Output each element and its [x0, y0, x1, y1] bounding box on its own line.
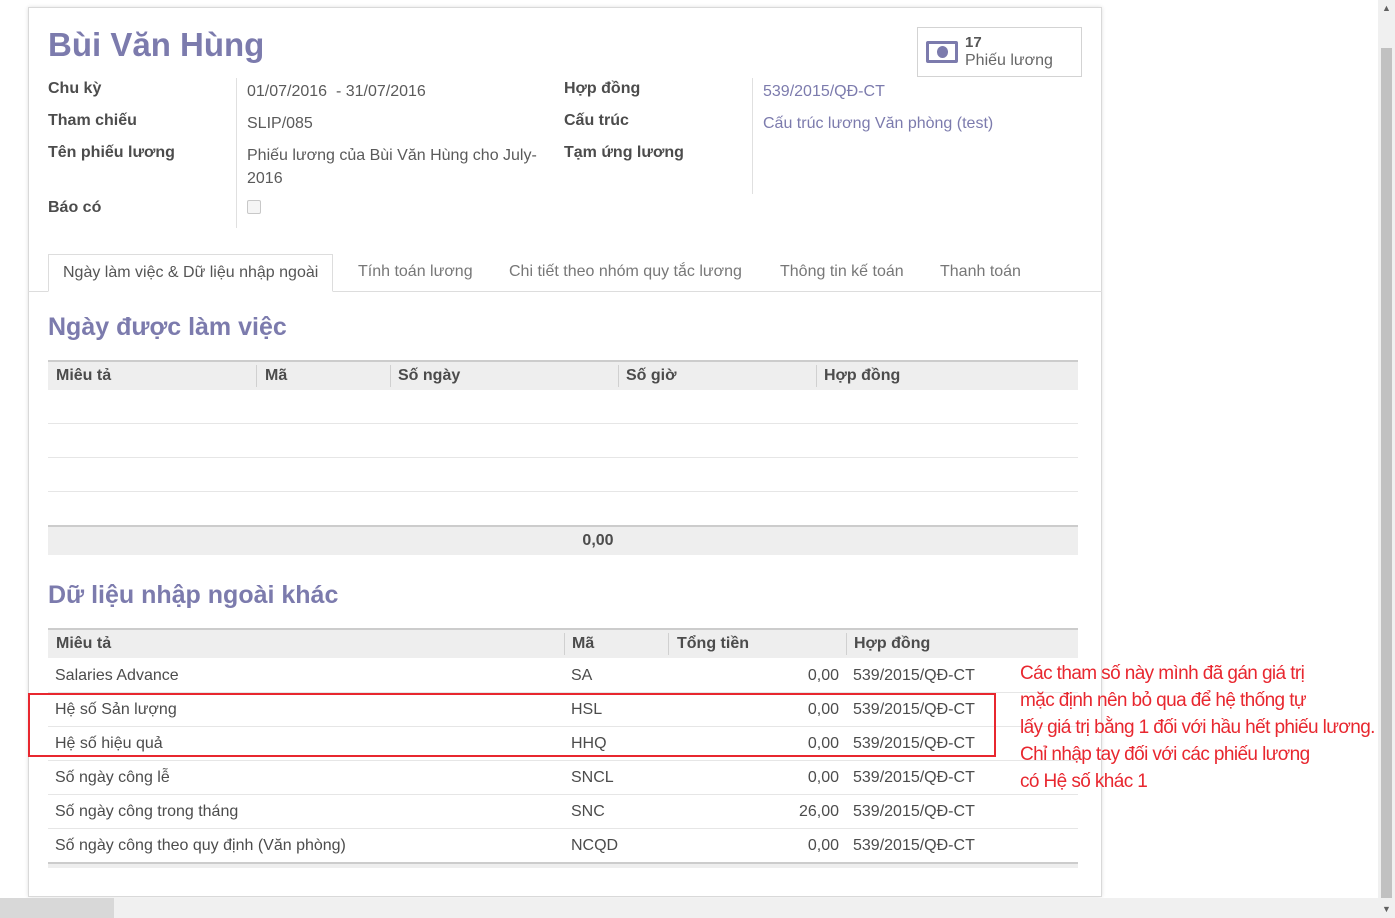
structure-label: Cấu trúc — [564, 112, 629, 129]
input-description: Số ngày công trong tháng — [55, 803, 239, 820]
worked-days-total: 0,00 — [582, 532, 614, 549]
horizontal-scrollbar-thumb[interactable] — [0, 898, 114, 918]
payslip-count-label: Phiếu lương — [965, 52, 1053, 69]
horizontal-scrollbar-track[interactable] — [114, 898, 1378, 918]
inputs-title: Dữ liệu nhập ngoài khác — [48, 581, 339, 609]
input-description: Số ngày công lễ — [55, 769, 170, 786]
table-row — [48, 458, 1078, 492]
payslip-name-value[interactable]: Phiếu lương của Bùi Văn Hùng cho July-20… — [247, 144, 547, 190]
worked-days-title: Ngày được làm việc — [48, 313, 287, 341]
payslip-count: 17 — [965, 34, 982, 51]
left-field-separator — [236, 78, 237, 228]
col-contract[interactable]: Hợp đồng — [816, 362, 900, 390]
col-contract[interactable]: Hợp đồng — [846, 630, 930, 658]
scrollbar-thumb[interactable] — [1381, 48, 1392, 898]
input-contract: 539/2015/QĐ-CT — [853, 803, 975, 820]
tab-accounting-info[interactable]: Thông tin kế toán — [780, 254, 904, 292]
col-code[interactable]: Mã — [564, 630, 594, 658]
credit-note-label: Báo có — [48, 199, 102, 216]
input-amount: 0,00 — [807, 667, 839, 684]
tab-details-by-rule-category[interactable]: Chi tiết theo nhóm quy tắc lương — [509, 254, 742, 292]
input-code: SA — [571, 667, 593, 684]
scroll-down-icon[interactable]: ▼ — [1378, 901, 1395, 918]
input-code: SNC — [571, 803, 605, 820]
col-hours[interactable]: Số giờ — [618, 362, 676, 390]
input-description: Số ngày công theo quy định (Văn phòng) — [55, 837, 346, 854]
input-description: Salaries Advance — [55, 667, 179, 684]
worked-days-header: Miêu tả Mã Số ngày Số giờ Hợp đồng — [48, 360, 1078, 390]
contract-label: Hợp đồng — [564, 80, 641, 97]
tab-salary-computation[interactable]: Tính toán lương — [358, 254, 473, 292]
credit-note-checkbox[interactable] — [247, 200, 261, 214]
table-row — [48, 492, 1078, 526]
reference-label: Tham chiếu — [48, 112, 137, 129]
annotation-line: Chỉ nhập tay đối với các phiếu lương — [1020, 744, 1310, 765]
annotation-line: mặc định nên bỏ qua để hệ thống tự — [1020, 690, 1307, 711]
scroll-up-icon[interactable]: ▲ — [1378, 0, 1395, 17]
input-contract: 539/2015/QĐ-CT — [853, 667, 975, 684]
table-row[interactable]: Số ngày công theo quy định (Văn phòng) N… — [48, 829, 1078, 863]
table-row[interactable]: Số ngày công lễ SNCL 0,00 539/2015/QĐ-CT — [48, 761, 1078, 795]
input-code: SNCL — [571, 769, 614, 786]
input-amount: 0,00 — [807, 769, 839, 786]
period-value[interactable]: 01/07/2016 - 31/07/2016 — [247, 80, 426, 103]
input-code: NCQD — [571, 837, 619, 854]
table-row — [48, 424, 1078, 458]
money-icon — [926, 41, 958, 63]
employee-name-title: Bùi Văn Hùng — [48, 26, 265, 63]
input-contract: 539/2015/QĐ-CT — [853, 769, 975, 786]
col-amount[interactable]: Tổng tiền — [669, 630, 749, 658]
structure-link[interactable]: Cấu trúc lương Văn phòng (test) — [763, 112, 993, 135]
annotation-note: Các tham số này mình đã gán giá trị mặc … — [1020, 660, 1380, 795]
tab-payment[interactable]: Thanh toán — [940, 254, 1021, 292]
reference-value[interactable]: SLIP/085 — [247, 112, 313, 135]
period-label: Chu kỳ — [48, 80, 102, 97]
vertical-scrollbar[interactable]: ▲ ▼ — [1378, 0, 1395, 918]
annotation-line: Các tham số này mình đã gán giá trị — [1020, 663, 1305, 684]
table-row[interactable]: Số ngày công trong tháng SNC 26,00 539/2… — [48, 795, 1078, 829]
input-contract: 539/2015/QĐ-CT — [853, 837, 975, 854]
inputs-header: Miêu tả Mã Tổng tiền Hợp đồng — [48, 628, 1078, 658]
contract-link[interactable]: 539/2015/QĐ-CT — [763, 80, 885, 103]
right-field-separator — [752, 78, 753, 194]
table-row — [48, 390, 1078, 424]
payslip-name-label: Tên phiếu lương — [48, 144, 175, 161]
inputs-footer — [48, 862, 1078, 868]
annotation-line: có Hệ số khác 1 — [1020, 771, 1148, 792]
input-amount: 0,00 — [807, 837, 839, 854]
salary-advance-label: Tạm ứng lương — [564, 144, 684, 161]
table-row[interactable]: Salaries Advance SA 0,00 539/2015/QĐ-CT — [48, 659, 1078, 693]
annotation-line: lấy giá trị bằng 1 đối với hầu hết phiếu… — [1020, 717, 1375, 738]
input-amount: 26,00 — [798, 803, 839, 820]
col-description[interactable]: Miêu tả — [48, 362, 111, 390]
worked-days-footer: 0,00 — [48, 525, 1078, 555]
col-days[interactable]: Số ngày — [390, 362, 460, 390]
payslip-count-button[interactable]: 17 Phiếu lương — [917, 27, 1082, 77]
col-code[interactable]: Mã — [257, 362, 287, 390]
col-description[interactable]: Miêu tả — [48, 630, 111, 658]
tab-worked-days-inputs[interactable]: Ngày làm việc & Dữ liệu nhập ngoài — [48, 254, 334, 292]
annotation-highlight-box — [28, 693, 996, 757]
